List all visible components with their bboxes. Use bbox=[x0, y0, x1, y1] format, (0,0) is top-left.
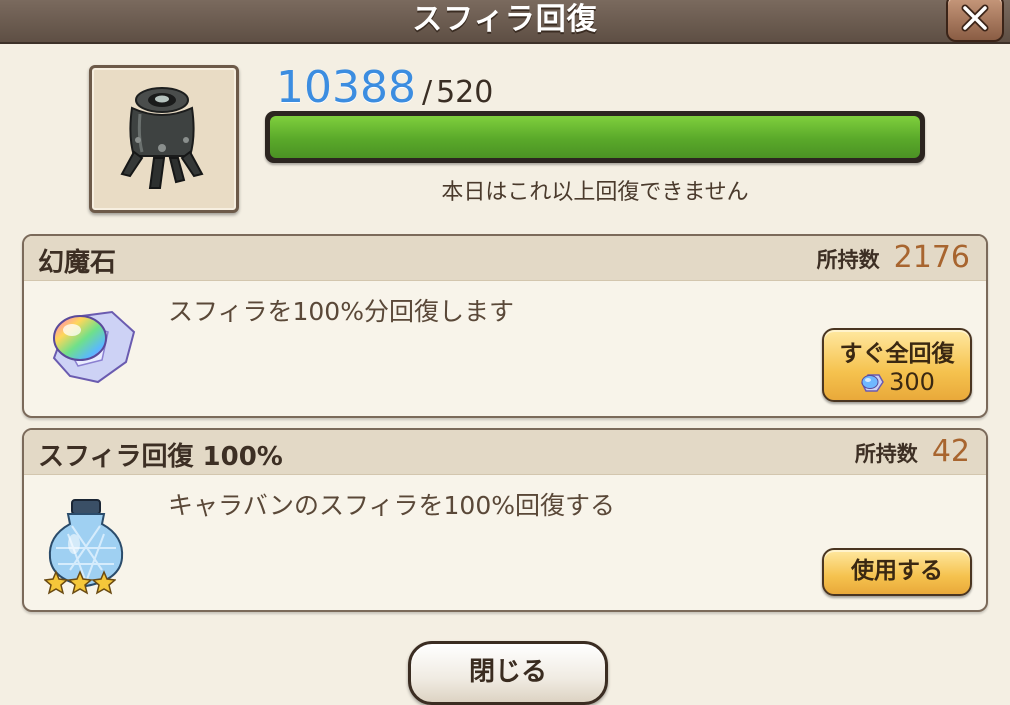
gem-cost-icon bbox=[861, 374, 884, 392]
cost-value: 300 bbox=[889, 368, 935, 396]
owned-count: 所持数 42 bbox=[855, 434, 970, 470]
star-icon bbox=[44, 570, 69, 595]
title-bar: スフィラ回復 bbox=[0, 0, 1010, 44]
close-x-button[interactable] bbox=[946, 0, 1004, 42]
sphira-max-value: 520 bbox=[436, 75, 494, 110]
button-label: すぐ全回復 bbox=[839, 341, 955, 367]
instant-full-recover-button[interactable]: すぐ全回復 300 bbox=[822, 328, 972, 402]
panel-header: 幻魔石 所持数 2176 bbox=[24, 236, 986, 281]
rarity-stars bbox=[44, 570, 116, 595]
owned-value: 42 bbox=[931, 434, 970, 469]
sphira-device-image bbox=[89, 65, 239, 213]
count-separator: / bbox=[421, 75, 433, 110]
close-button[interactable]: 閉じる bbox=[408, 641, 608, 705]
panel-header: スフィラ回復 100% 所持数 42 bbox=[24, 430, 986, 475]
dialog-title: スフィラ回復 bbox=[412, 2, 598, 37]
recovery-status-text: 本日はこれ以上回復できません bbox=[441, 180, 749, 205]
sphira-device-icon bbox=[120, 87, 204, 189]
sphira-progress-bar bbox=[265, 111, 925, 163]
close-icon bbox=[961, 4, 989, 32]
star-icon bbox=[67, 570, 93, 595]
owned-label: 所持数 bbox=[854, 442, 918, 466]
sphira-current-value: 10388 bbox=[276, 62, 416, 113]
item-name: スフィラ回復 100% bbox=[38, 442, 283, 472]
item-description: キャラバンのスフィラを100%回復する bbox=[168, 491, 615, 520]
owned-count: 所持数 2176 bbox=[817, 240, 970, 276]
use-item-button[interactable]: 使用する bbox=[822, 548, 972, 596]
item-description: スフィラを100%分回復します bbox=[168, 297, 514, 326]
item-panel-sphira-recovery: スフィラ回復 100% 所持数 42 キャラバンのスフィラを100%回復する 使用… bbox=[22, 428, 988, 612]
button-cost: 300 bbox=[824, 368, 970, 396]
rainbow-gem-icon bbox=[52, 310, 136, 384]
sphira-progress-fill bbox=[270, 116, 920, 158]
button-label: 使用する bbox=[851, 558, 943, 584]
owned-label: 所持数 bbox=[816, 248, 880, 272]
star-icon bbox=[91, 570, 116, 595]
item-name: 幻魔石 bbox=[38, 248, 117, 278]
owned-value: 2176 bbox=[893, 240, 970, 275]
sphira-count: 10388/520 bbox=[276, 62, 494, 113]
item-panel-genmaseki: 幻魔石 所持数 2176 スフィラを100%分回復します すぐ全回復 300 bbox=[22, 234, 988, 418]
